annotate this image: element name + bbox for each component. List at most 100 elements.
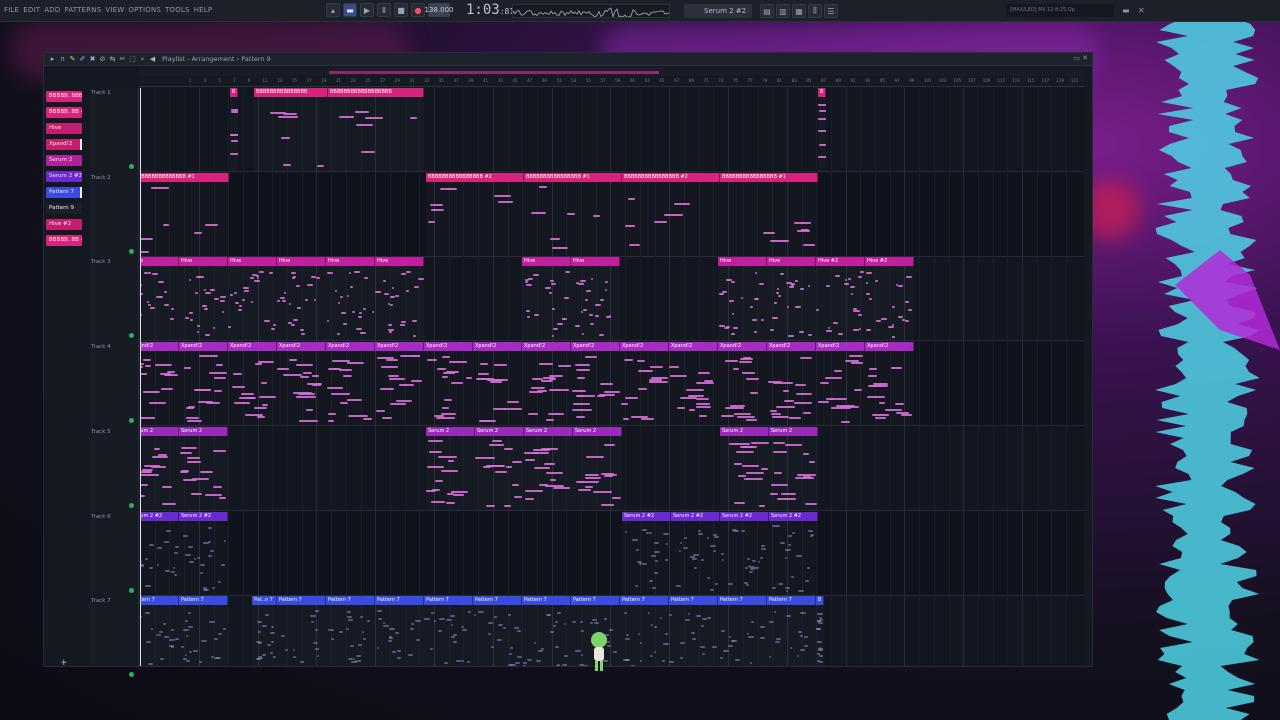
- pattern-clip[interactable]: BBBBBBBBBBBBBBBB #2: [426, 172, 524, 257]
- pattern-clip[interactable]: Pattern 7: [473, 596, 522, 666]
- menu-file[interactable]: FILE: [4, 6, 19, 14]
- pattern-clip[interactable]: Pattern 7: [424, 596, 473, 666]
- pattern-clip[interactable]: Hive: [228, 257, 277, 341]
- track-mute-led[interactable]: [129, 164, 134, 169]
- pattern-clip[interactable]: BBBBBBBBBBBBBBBB #1: [524, 172, 622, 257]
- pattern-clip[interactable]: Serum 2: [524, 426, 573, 511]
- pattern-clip[interactable]: Hive: [140, 257, 179, 341]
- pattern-clip[interactable]: Xpand!2: [179, 342, 228, 426]
- snap-magnet-icon[interactable]: ∩: [58, 54, 67, 64]
- track-name[interactable]: Track 6: [91, 514, 111, 520]
- pattern-clip[interactable]: Pattern 7: [767, 596, 816, 666]
- pattern-clip[interactable]: Serum 2: [769, 426, 818, 511]
- playlist-titlebar[interactable]: ▸ ∩ ✎ ✐ ✖ ⊘ ⇆ ✂ ⬚ ⌕ ◀ Playlist - Arrange…: [44, 53, 1092, 66]
- select-icon[interactable]: ⬚: [128, 54, 137, 64]
- menu-edit[interactable]: EDIT: [23, 6, 40, 14]
- track-name[interactable]: Track 3: [91, 259, 111, 265]
- pattern-clip[interactable]: Xpand!2: [326, 342, 375, 426]
- track-mute-led[interactable]: [129, 672, 134, 678]
- pattern-clip[interactable]: Hive: [179, 257, 228, 341]
- piano-roll-icon[interactable]: ▥: [776, 4, 790, 18]
- pattern-picker-item[interactable]: BBBBB..BBB: [46, 91, 82, 102]
- stop-icon[interactable]: ■: [394, 3, 408, 17]
- paint-brush-icon[interactable]: ✐: [78, 54, 87, 64]
- pattern-clip[interactable]: Xpand!2: [375, 342, 424, 426]
- minimize-icon[interactable]: ▬: [1122, 6, 1130, 15]
- pattern-clip[interactable]: Serum 2: [179, 426, 228, 511]
- pattern-clip[interactable]: Pattern 7: [179, 596, 228, 666]
- pattern-clip[interactable]: Serum 2 #2: [720, 511, 769, 596]
- menu-patterns[interactable]: PATTERNS: [64, 6, 101, 14]
- pattern-clip[interactable]: Hive #2: [865, 257, 914, 341]
- pattern-clip[interactable]: Xpand!2: [473, 342, 522, 426]
- pattern-clip[interactable]: BBBBBBBBBBBBBBB: [254, 88, 328, 172]
- pattern-clip[interactable]: Hive: [571, 257, 620, 341]
- pattern-clip[interactable]: Xpand!2: [865, 342, 914, 426]
- pattern-clip[interactable]: Xpand!2: [424, 342, 473, 426]
- menu-help[interactable]: HELP: [194, 6, 213, 14]
- pattern-selector[interactable]: Serum 2 #2: [684, 4, 752, 18]
- pattern-clip[interactable]: Hive #2: [816, 257, 865, 341]
- pattern-clip[interactable]: Serum 2: [573, 426, 622, 511]
- pattern-clip[interactable]: Xpand!2: [277, 342, 326, 426]
- pattern-clip[interactable]: Hive: [326, 257, 375, 341]
- pattern-clip[interactable]: BBBBBBBBBBBBBBBB #1: [720, 172, 818, 257]
- pattern-clip[interactable]: Pattern 7: [140, 596, 179, 666]
- menu-tools[interactable]: TOOLS: [165, 6, 190, 14]
- pattern-clip[interactable]: Pattern 7: [522, 596, 571, 666]
- delete-icon[interactable]: ✖: [88, 54, 97, 64]
- pattern-picker-item[interactable]: Hive #2: [46, 219, 82, 230]
- pattern-clip[interactable]: B: [230, 88, 238, 172]
- track-mute-led[interactable]: [129, 502, 134, 508]
- options-arrow-icon[interactable]: ▸: [48, 54, 57, 64]
- pattern-clip[interactable]: Serum 2: [475, 426, 524, 511]
- timeline-ruler[interactable]: 1 3 5 7 9 11 13 15 17 19 21 23 25 27 29 31 33 35 37 39 41 43 4…: [139, 77, 1084, 87]
- pattern-clip[interactable]: BBBBBBBBBBBBBBBBBB: [328, 88, 424, 172]
- pattern-picker-item[interactable]: Serum 2 #2: [46, 171, 82, 182]
- playback-speaker-icon[interactable]: ◀: [148, 54, 157, 64]
- pattern-clip[interactable]: BBBBBBBBBBBBBBBB #2: [622, 172, 720, 257]
- playlist-overview-scrollbar[interactable]: [139, 68, 1084, 76]
- overview-window[interactable]: [329, 71, 659, 74]
- track-name[interactable]: Track 1: [91, 90, 111, 96]
- play-icon[interactable]: ▶: [360, 3, 374, 17]
- track-mute-led[interactable]: [129, 333, 134, 339]
- menu-options[interactable]: OPTIONS: [128, 6, 161, 14]
- slice-icon[interactable]: ✂: [118, 54, 127, 64]
- tempo-display[interactable]: 138.000: [425, 3, 453, 17]
- draw-pencil-icon[interactable]: ✎: [68, 54, 77, 64]
- pattern-picker-item[interactable]: Xpand!2: [46, 139, 82, 150]
- pattern-clip[interactable]: Serum 2: [426, 426, 475, 511]
- pattern-clip[interactable]: Xpand!2: [718, 342, 767, 426]
- close-icon[interactable]: ✕: [1138, 6, 1145, 15]
- record-icon[interactable]: ●: [411, 3, 425, 17]
- mixer-icon[interactable]: ⫼: [808, 4, 822, 18]
- pattern-clip[interactable]: Serum 2 #2: [140, 511, 179, 596]
- track-lane[interactable]: [140, 512, 1084, 596]
- pattern-picker-item[interactable]: BBBBB..BB #2: [46, 107, 82, 118]
- pattern-clip[interactable]: Pattern 7: [718, 596, 767, 666]
- pattern-clip[interactable]: Xpand!2: [767, 342, 816, 426]
- pattern-clip[interactable]: Pattern 7: [669, 596, 718, 666]
- pattern-clip[interactable]: Pattern 7: [277, 596, 326, 666]
- add-track-icon[interactable]: +: [60, 658, 68, 668]
- track-mute-led[interactable]: [129, 248, 134, 254]
- pattern-clip[interactable]: Serum 2: [720, 426, 769, 511]
- playlist-window-icon[interactable]: ▤: [760, 4, 774, 18]
- pattern-clip[interactable]: BBBBBBBBBBBBBBBB #1: [140, 172, 229, 257]
- pattern-clip[interactable]: Hive: [767, 257, 816, 341]
- arrangement-area[interactable]: B BBBBBBBBBBBBBBB BBBBBBBBBBBBBBBBBB B BBBBB…: [140, 88, 1084, 666]
- pattern-clip[interactable]: Xpand!2: [522, 342, 571, 426]
- pattern-clip[interactable]: Xpand!2: [620, 342, 669, 426]
- track-name[interactable]: Track 2: [91, 175, 111, 181]
- pattern-clip[interactable]: Pattern 7: [326, 596, 375, 666]
- track-mute-led[interactable]: [129, 418, 134, 424]
- pattern-clip[interactable]: Hive: [375, 257, 424, 341]
- browser-icon[interactable]: ☰: [824, 4, 838, 18]
- pattern-clip[interactable]: Serum 2: [140, 426, 179, 511]
- pattern-clip[interactable]: Xpand!2: [228, 342, 277, 426]
- pattern-picker-item[interactable]: BBBBB..BB #3: [46, 235, 82, 246]
- pattern-clip[interactable]: Xpand!2: [571, 342, 620, 426]
- pattern-picker-item[interactable]: Serum 2: [46, 155, 82, 166]
- pattern-picker-item[interactable]: Pattern 9: [46, 203, 82, 214]
